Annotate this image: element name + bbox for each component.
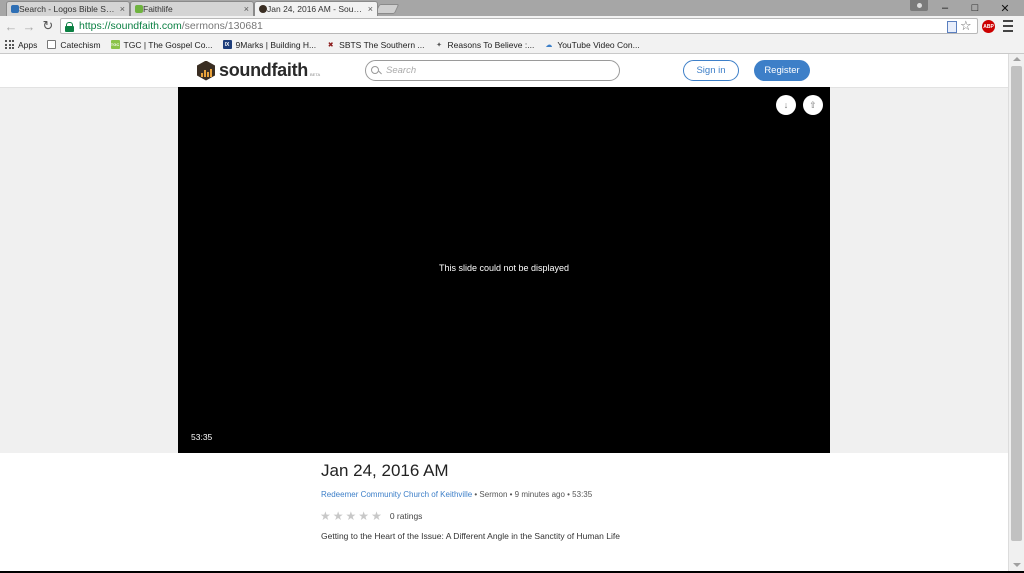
apps-grid-icon [5, 40, 14, 49]
register-button[interactable]: Register [754, 60, 810, 81]
profile-icon[interactable] [910, 0, 928, 11]
new-tab-button[interactable] [374, 4, 400, 14]
adblock-icon[interactable]: ABP [982, 20, 995, 33]
back-button[interactable]: ← [3, 18, 19, 34]
forward-button[interactable]: → [21, 18, 37, 34]
address-bar[interactable]: https://soundfaith.com/sermons/130681 [60, 18, 978, 34]
rating-star-icon[interactable]: ★ [333, 509, 344, 523]
sbts-icon: ✖ [327, 41, 334, 49]
media-player[interactable]: ↓ ⇧ This slide could not be displayed 53… [178, 87, 830, 453]
browser-toolbar: ← → ↻ https://soundfaith.com/sermons/130… [0, 16, 1024, 36]
rating-star-icon[interactable]: ★ [358, 509, 369, 523]
url-path: /sermons/130681 [181, 20, 263, 32]
tab-title: Faithlife [143, 4, 173, 14]
player-duration: 53:35 [191, 432, 213, 442]
page-icon [47, 40, 57, 49]
rating-star-icon[interactable]: ★ [371, 509, 382, 523]
sermon-meta: Redeemer Community Church of Keithville … [321, 490, 592, 499]
scroll-down-arrow-icon[interactable] [1013, 563, 1021, 567]
tab-close-icon[interactable]: × [120, 4, 125, 14]
scroll-thumb[interactable] [1011, 66, 1022, 541]
soundfaith-favicon-icon [259, 5, 267, 13]
bookmark-label: Catechism [60, 39, 101, 50]
search-icon [371, 65, 381, 76]
tab-faithlife[interactable]: Faithlife × [130, 1, 254, 16]
download-icon[interactable]: ↓ [776, 95, 796, 115]
bookmark-label: Reasons To Believe :... [447, 39, 535, 50]
sermon-description: Getting to the Heart of the Issue: A Dif… [321, 531, 620, 541]
lock-icon [65, 21, 74, 32]
bookmark-sbts[interactable]: ✖ SBTS The Southern ... [326, 39, 425, 50]
page-action-icon[interactable] [947, 21, 957, 33]
rating-star-icon[interactable]: ★ [346, 509, 357, 523]
browser-menu-icon[interactable] [1003, 20, 1013, 32]
reload-button[interactable]: ↻ [40, 18, 56, 34]
bookmark-tgc[interactable]: TGC TGC | The Gospel Co... [110, 39, 213, 50]
ratings-count: 0 ratings [389, 511, 423, 521]
tgc-icon: TGC [110, 40, 120, 49]
rtb-icon: ✦ [436, 41, 442, 49]
restore-button[interactable]: □ [960, 0, 990, 16]
sermon-details: Jan 24, 2016 AM Redeemer Community Churc… [0, 453, 1008, 571]
url-host: soundfaith.com [110, 20, 182, 32]
tab-soundfaith[interactable]: Jan 24, 2016 AM - Soundfa × [254, 1, 378, 16]
page-title: Jan 24, 2016 AM [321, 461, 449, 480]
tab-title: Jan 24, 2016 AM - Soundfa [267, 4, 364, 14]
tab-close-icon[interactable]: × [368, 4, 373, 14]
minimize-button[interactable]: – [930, 0, 960, 16]
rating-widget: ★ ★ ★ ★ ★ 0 ratings [320, 509, 422, 523]
bookmark-label: Apps [18, 39, 38, 50]
tab-close-icon[interactable]: × [244, 4, 249, 14]
tab-title: Search - Logos Bible Softwa [19, 4, 116, 14]
church-link[interactable]: Redeemer Community Church of Keithville [321, 490, 472, 499]
soundfaith-logo[interactable]: soundfaith BETA [197, 60, 320, 81]
share-icon[interactable]: ⇧ [803, 95, 823, 115]
logo-text: soundfaith [219, 60, 308, 80]
bookmarks-bar: Apps Catechism TGC TGC | The Gospel Co..… [0, 36, 1024, 54]
player-message: This slide could not be displayed [438, 263, 570, 273]
sign-in-button[interactable]: Sign in [683, 60, 739, 81]
page-scrollbar[interactable] [1008, 54, 1024, 571]
site-header: soundfaith BETA Sign in Register [0, 54, 1008, 88]
tab-logos-search[interactable]: Search - Logos Bible Softwa × [6, 1, 130, 16]
youtube-converter-icon: ☁ [545, 41, 553, 49]
rating-star-icon[interactable]: ★ [320, 509, 331, 523]
bookmark-label: SBTS The Southern ... [339, 39, 425, 50]
bookmark-reasons-to-believe[interactable]: ✦ Reasons To Believe :... [435, 39, 535, 50]
bookmark-star-icon[interactable]: ☆ [960, 18, 972, 34]
bookmark-catechism[interactable]: Catechism [47, 39, 101, 50]
bookmark-youtube-converter[interactable]: ☁ YouTube Video Con... [544, 40, 639, 50]
ninemarks-icon: IX [222, 40, 232, 49]
bookmark-label: TGC | The Gospel Co... [123, 39, 213, 50]
url-scheme: https:// [79, 20, 111, 32]
tab-strip: Search - Logos Bible Softwa × Faithlife … [0, 0, 1024, 16]
close-window-button[interactable]: ✕ [990, 0, 1020, 16]
search-box [365, 60, 620, 81]
logo-beta-badge: BETA [310, 72, 321, 77]
sermon-meta-info: • Sermon • 9 minutes ago • 53:35 [472, 490, 593, 499]
scroll-up-arrow-icon[interactable] [1013, 57, 1021, 61]
logos-favicon-icon [11, 5, 19, 13]
bookmark-9marks[interactable]: IX 9Marks | Building H... [222, 39, 317, 50]
search-input[interactable] [386, 65, 606, 76]
soundfaith-logo-icon [197, 60, 215, 81]
faithlife-favicon-icon [135, 5, 143, 13]
page-viewport: soundfaith BETA Sign in Register ↓ ⇧ Thi… [0, 54, 1008, 571]
bookmark-label: 9Marks | Building H... [235, 39, 317, 50]
bookmark-label: YouTube Video Con... [557, 39, 640, 50]
bookmark-apps[interactable]: Apps [5, 40, 37, 50]
